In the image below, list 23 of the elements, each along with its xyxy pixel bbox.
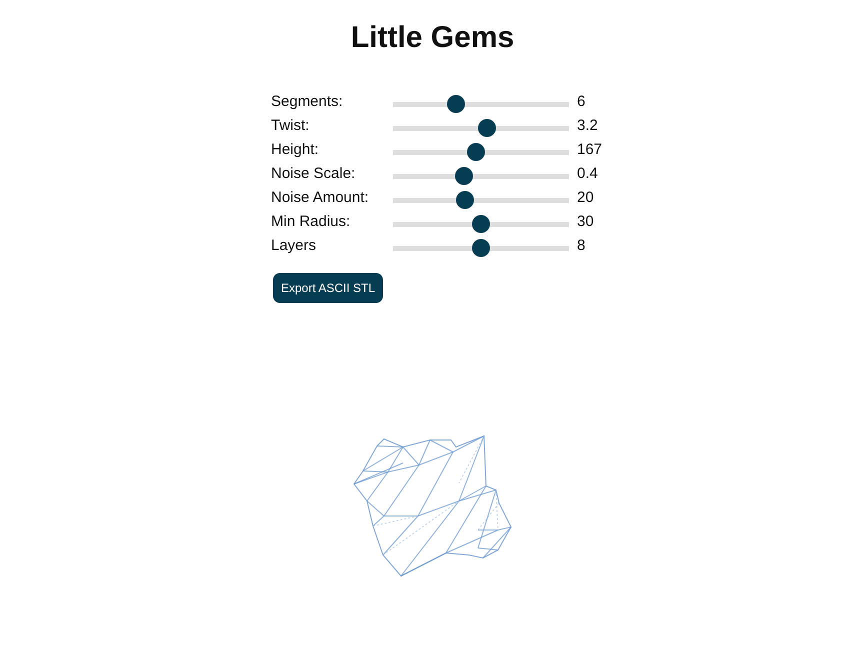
slider-label: Height: xyxy=(271,141,320,159)
slider-label: Noise Amount: xyxy=(271,189,370,207)
slider-label: Twist: xyxy=(271,117,310,135)
slider-value: 3.2 xyxy=(577,117,599,135)
slider-value: 8 xyxy=(577,237,586,255)
slider-label: Segments: xyxy=(271,93,344,111)
slider-thumb[interactable] xyxy=(472,239,490,257)
slider-value: 6 xyxy=(577,93,586,111)
slider-value: 167 xyxy=(577,141,602,159)
slider-label: Min Radius: xyxy=(271,213,352,231)
slider-thumb[interactable] xyxy=(456,191,474,209)
slider-thumb[interactable] xyxy=(467,143,486,161)
slider-value: 30 xyxy=(577,213,595,231)
page-title: Little Gems xyxy=(350,20,514,56)
slider-thumb[interactable] xyxy=(472,215,490,233)
slider-thumb[interactable] xyxy=(454,167,473,185)
slider-value: 0.4 xyxy=(577,165,599,183)
slider-value: 20 xyxy=(577,189,595,207)
export-button[interactable]: Export ASCII STL xyxy=(273,273,383,303)
slider-thumb[interactable] xyxy=(446,95,465,113)
slider-thumb[interactable] xyxy=(478,119,496,137)
slider-label: Noise Scale: xyxy=(271,165,356,183)
slider-label: Layers xyxy=(271,237,318,255)
